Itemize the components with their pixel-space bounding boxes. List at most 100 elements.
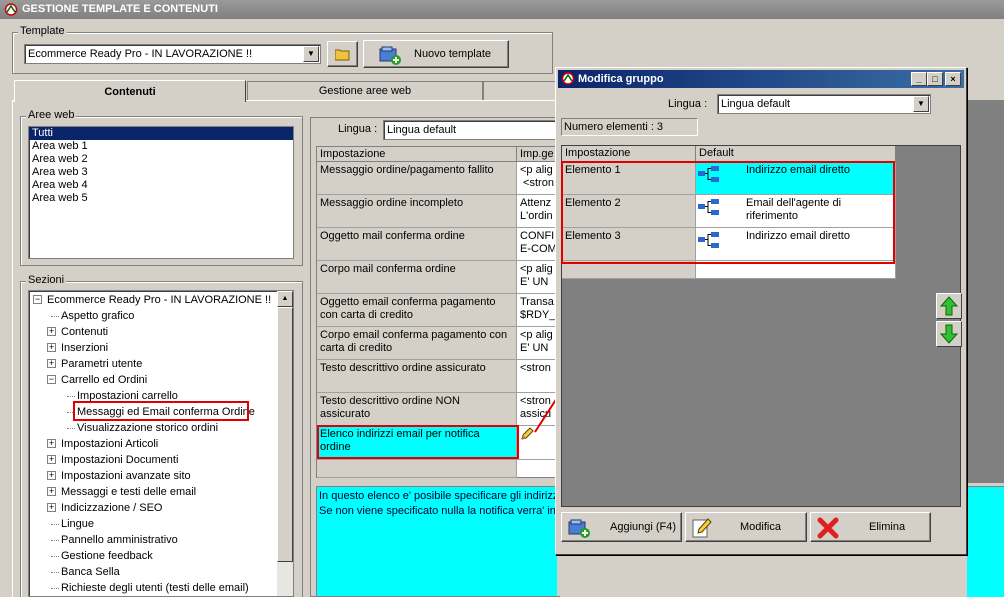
- delete-button[interactable]: Elimina: [810, 512, 931, 542]
- tree-connector: [51, 524, 59, 525]
- tab-contenuti[interactable]: Contenuti: [14, 80, 246, 102]
- tree-item[interactable]: Aspetto grafico: [29, 308, 275, 324]
- dialog-cell-value-text: Indirizzo email diretto: [746, 230, 850, 242]
- column-header-valore[interactable]: Imp.ge: [517, 147, 558, 162]
- dialog-cell-value[interactable]: Indirizzo email diretto: [696, 228, 896, 261]
- new-template-button[interactable]: Nuovo template: [363, 40, 509, 68]
- aree-web-label: Aree web: [26, 109, 77, 121]
- edit-button[interactable]: Modifica: [685, 512, 807, 542]
- list-item[interactable]: Area web 5: [29, 192, 293, 205]
- grid-cell-impostazione[interactable]: Oggetto email conferma pagamento con car…: [317, 294, 517, 327]
- dialog-cell-name[interactable]: Elemento 3: [562, 228, 696, 261]
- tree-item-label: Carrello ed Ordini: [61, 374, 148, 386]
- tab-gestione-aree-web[interactable]: Gestione aree web: [247, 81, 483, 100]
- tree-item[interactable]: Richieste degli utenti (testi delle emai…: [29, 580, 275, 596]
- open-folder-button[interactable]: [327, 41, 358, 67]
- tree-connector: [51, 556, 59, 557]
- tree-item[interactable]: + Impostazioni avanzate sito: [29, 468, 275, 484]
- grid-cell-impostazione[interactable]: Testo descrittivo ordine NON assicurato: [317, 393, 517, 426]
- template-combo[interactable]: Ecommerce Ready Pro - IN LAVORAZIONE !! …: [24, 44, 321, 64]
- sezioni-tree[interactable]: − Ecommerce Ready Pro - IN LAVORAZIONE !!…: [28, 290, 294, 597]
- tree-item[interactable]: Gestione feedback: [29, 548, 275, 564]
- tab-contenuti-label: Contenuti: [104, 86, 156, 98]
- dialog-cell-value[interactable]: Indirizzo email diretto: [696, 162, 896, 195]
- minimize-icon[interactable]: _: [911, 72, 927, 86]
- dialog-cell-name[interactable]: Elemento 2: [562, 195, 696, 228]
- grid-cell-valore[interactable]: Attenz L'ordin: [517, 195, 558, 228]
- tree-item[interactable]: + Impostazioni Documenti: [29, 452, 275, 468]
- grid-cell-impostazione[interactable]: Corpo email conferma pagamento con carta…: [317, 327, 517, 360]
- element-count: Numero elementi : 3: [561, 118, 698, 136]
- list-item[interactable]: Area web 4: [29, 179, 293, 192]
- tree-item[interactable]: + Impostazioni Articoli: [29, 436, 275, 452]
- list-item[interactable]: Area web 2: [29, 153, 293, 166]
- tree-item[interactable]: − Carrello ed Ordini: [29, 372, 275, 388]
- dialog-grid[interactable]: Impostazione Default Elemento 1 Indirizzo…: [562, 146, 896, 279]
- tree-item[interactable]: Visualizzazione storico ordini: [29, 420, 275, 436]
- dialog-title-bar[interactable]: Modifica gruppo: [558, 70, 964, 88]
- tree-connector: [67, 428, 75, 429]
- tree-item-label: Indicizzazione / SEO: [61, 502, 163, 514]
- grid-cell-impostazione[interactable]: Messaggio ordine incompleto: [317, 195, 517, 228]
- grid-cell-valore[interactable]: CONFI E-COM: [517, 228, 558, 261]
- close-icon[interactable]: ×: [945, 72, 961, 86]
- expand-icon[interactable]: +: [47, 439, 56, 448]
- tree-item[interactable]: + Parametri utente: [29, 356, 275, 372]
- background-dark-area: [967, 100, 1004, 483]
- column-header-impostazione[interactable]: Impostazione: [317, 147, 517, 162]
- collapse-icon[interactable]: −: [33, 295, 42, 304]
- tree-item[interactable]: + Indicizzazione / SEO: [29, 500, 275, 516]
- edit-pencil-icon[interactable]: [520, 427, 534, 441]
- tree-item[interactable]: + Inserzioni: [29, 340, 275, 356]
- expand-icon[interactable]: +: [47, 503, 56, 512]
- expand-icon[interactable]: +: [47, 487, 56, 496]
- add-button[interactable]: Aggiungi (F4): [561, 512, 682, 542]
- dialog-lingua-combo[interactable]: Lingua default ▼: [717, 94, 931, 114]
- expand-icon[interactable]: +: [47, 343, 56, 352]
- tree-connector: [51, 540, 59, 541]
- list-item[interactable]: Area web 3: [29, 166, 293, 179]
- tree-item[interactable]: Impostazioni carrello: [29, 388, 275, 404]
- grid-cell-impostazione[interactable]: Messaggio ordine/pagamento fallito: [317, 162, 517, 195]
- scroll-thumb[interactable]: [277, 307, 293, 562]
- tree-item[interactable]: Banca Sella: [29, 564, 275, 580]
- list-item[interactable]: Tutti: [29, 127, 293, 140]
- expand-icon[interactable]: +: [47, 327, 56, 336]
- tree-item[interactable]: − Ecommerce Ready Pro - IN LAVORAZIONE !!: [29, 292, 275, 308]
- list-item[interactable]: Area web 1: [29, 140, 293, 153]
- tree-item[interactable]: + Contenuti: [29, 324, 275, 340]
- dialog-cell-value[interactable]: Email dell'agente di riferimento: [696, 195, 896, 228]
- grid-cell-impostazione[interactable]: Oggetto mail conferma ordine: [317, 228, 517, 261]
- grid-cell-valore[interactable]: <stron assicu: [517, 393, 558, 426]
- grid-cell-impostazione[interactable]: Elenco indirizzi email per notifica ordi…: [317, 426, 517, 460]
- tree-item[interactable]: + Messaggi e testi delle email: [29, 484, 275, 500]
- move-up-button[interactable]: [936, 293, 962, 319]
- tree-item[interactable]: Pannello amministrativo: [29, 532, 275, 548]
- chevron-down-icon[interactable]: ▼: [303, 46, 319, 62]
- collapse-icon[interactable]: −: [47, 375, 56, 384]
- grid-cell-impostazione[interactable]: Corpo mail conferma ordine: [317, 261, 517, 294]
- tree-item[interactable]: Messaggi ed Email conferma Ordine: [29, 404, 275, 420]
- dialog-cell-name[interactable]: Elemento 1: [562, 162, 696, 195]
- grid-cell-impostazione[interactable]: Testo descrittivo ordine assicurato: [317, 360, 517, 393]
- lingua-combo[interactable]: Lingua default: [383, 120, 558, 140]
- move-down-button[interactable]: [936, 321, 962, 347]
- aree-web-list[interactable]: Tutti Area web 1 Area web 2 Area web 3 A…: [28, 126, 294, 259]
- expand-icon[interactable]: +: [47, 471, 56, 480]
- scroll-up-icon[interactable]: ▲: [277, 291, 293, 307]
- grid-cell-valore[interactable]: <p alig E' UN: [517, 327, 558, 360]
- dialog-title: Modifica gruppo: [578, 73, 664, 85]
- expand-icon[interactable]: +: [47, 455, 56, 464]
- grid-cell-valore[interactable]: <p alig E' UN: [517, 261, 558, 294]
- chevron-down-icon[interactable]: ▼: [913, 96, 929, 112]
- sezioni-scrollbar[interactable]: ▲: [277, 291, 293, 596]
- dialog-column-header-default[interactable]: Default: [696, 146, 896, 162]
- grid-cell-valore[interactable]: <stron: [517, 360, 558, 393]
- maximize-icon[interactable]: □: [927, 72, 943, 86]
- grid-cell-valore[interactable]: Transa $RDY_: [517, 294, 558, 327]
- dialog-column-header-impostazione[interactable]: Impostazione: [562, 146, 696, 162]
- grid-cell-valore[interactable]: <p alig <stron: [517, 162, 558, 195]
- expand-icon[interactable]: +: [47, 359, 56, 368]
- tree-item[interactable]: Lingue: [29, 516, 275, 532]
- lingua-label: Lingua :: [338, 123, 378, 135]
